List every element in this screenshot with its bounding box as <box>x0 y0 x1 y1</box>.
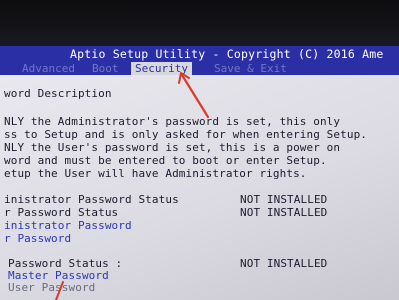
section-title: word Description <box>4 87 112 100</box>
user-password-status-label: r Password Status <box>4 206 119 219</box>
hdd-password-status-value: NOT INSTALLED <box>240 257 328 270</box>
admin-password-status-value: NOT INSTALLED <box>240 193 328 206</box>
title-bar: Aptio Setup Utility - Copyright (C) 2016… <box>0 46 399 62</box>
monitor-bezel <box>0 0 399 46</box>
tab-boot[interactable]: Boot <box>92 62 119 75</box>
user-password-status-value: NOT INSTALLED <box>240 206 328 219</box>
description-line: NLY the User's password is set, this is … <box>4 141 341 154</box>
hdd-user-password-item[interactable]: User Password <box>8 282 95 294</box>
description-line: NLY the Administrator's password is set,… <box>4 115 341 128</box>
tab-bar: Advanced Boot Security Save & Exit <box>0 62 399 75</box>
administrator-password-item[interactable]: inistrator Password <box>4 220 132 232</box>
app-title: Aptio Setup Utility - Copyright (C) 2016… <box>70 47 384 61</box>
description-line: ss to Setup and is only asked for when e… <box>4 128 368 141</box>
description-line: etup the User will have Administrator ri… <box>4 167 307 180</box>
description-line: word and must be entered to boot or ente… <box>4 154 327 167</box>
user-password-item[interactable]: r Password <box>4 233 71 245</box>
admin-password-status-label: inistrator Password Status <box>4 193 179 206</box>
tab-save-exit[interactable]: Save & Exit <box>214 62 287 75</box>
security-panel: word Description NLY the Administrator's… <box>0 75 399 300</box>
tab-advanced[interactable]: Advanced <box>22 62 75 75</box>
tab-security[interactable]: Security <box>131 62 192 75</box>
